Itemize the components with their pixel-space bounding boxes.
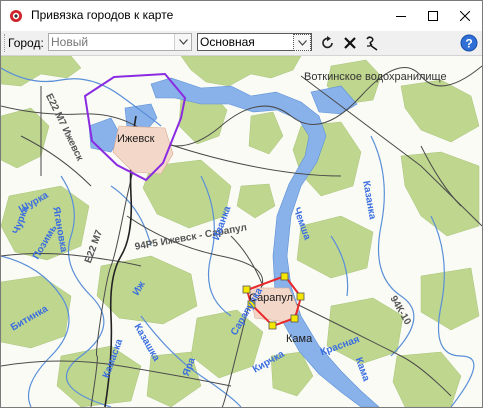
help-icon[interactable]: ?	[460, 34, 478, 52]
layer-dropdown-button[interactable]	[293, 34, 311, 51]
delete-button[interactable]	[341, 34, 359, 52]
pick-button[interactable]	[363, 34, 381, 52]
toolbar-grip[interactable]	[4, 34, 7, 52]
reservoir-label: Воткинское водохранилище	[304, 71, 447, 83]
chevron-down-icon	[297, 39, 307, 46]
toolbar: Город: Основная	[1, 31, 482, 56]
red-ring-icon	[10, 10, 22, 22]
title-bar[interactable]: Привязка городов к карте	[1, 1, 482, 31]
city-dropdown-button[interactable]	[174, 34, 191, 50]
city-combobox[interactable]	[48, 33, 192, 51]
city-label-izhevsk: Ижевск	[117, 133, 155, 145]
chevron-down-icon	[178, 39, 188, 45]
minimize-button[interactable]	[385, 1, 417, 31]
layer-select[interactable]: Основная	[197, 33, 312, 51]
undo-button[interactable]	[319, 34, 337, 52]
cross-icon	[344, 37, 356, 49]
map-view[interactable]: Воткинское водохранилище Ижевск Сарапул …	[1, 56, 482, 407]
minimize-icon	[396, 16, 406, 17]
close-button[interactable]	[449, 1, 481, 31]
binding-window: Привязка городов к карте Город: Основная	[0, 0, 483, 408]
window-title: Привязка городов к карте	[31, 8, 174, 22]
close-icon	[460, 11, 470, 21]
maximize-icon	[428, 11, 438, 21]
maximize-button[interactable]	[417, 1, 449, 31]
city-label-kama: Кама	[286, 333, 313, 345]
city-label: Город:	[8, 36, 44, 50]
binding-icon	[366, 36, 378, 51]
undo-icon	[322, 36, 333, 49]
layer-value: Основная	[200, 35, 255, 49]
city-input[interactable]	[49, 34, 177, 50]
svg-text:?: ?	[465, 37, 472, 51]
